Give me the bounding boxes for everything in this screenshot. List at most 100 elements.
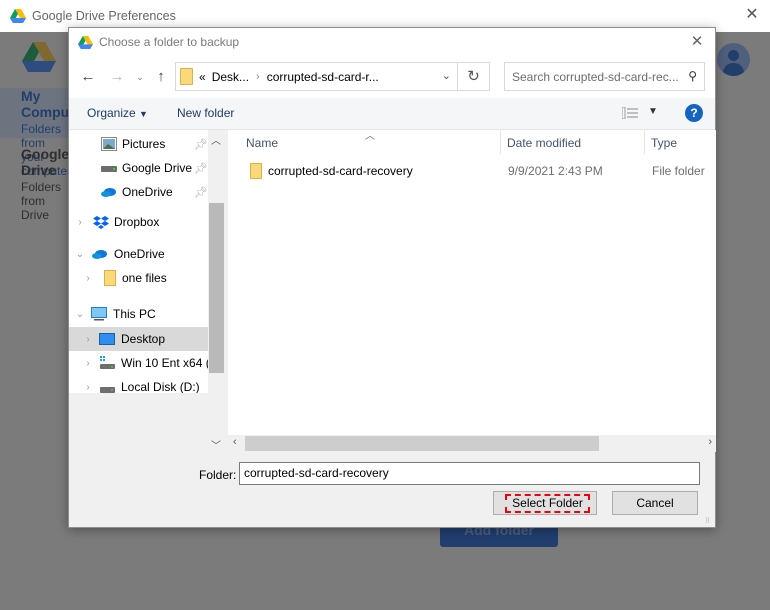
google-drive-large-logo-icon	[22, 42, 56, 72]
drive-icon	[101, 166, 117, 172]
tree-item-dropbox[interactable]: › Dropbox	[69, 210, 208, 234]
search-placeholder: Search corrupted-sd-card-rec...	[512, 69, 679, 84]
pin-icon[interactable]: 📌︎	[194, 186, 208, 199]
pictures-icon	[101, 137, 117, 151]
folder-icon	[250, 163, 262, 179]
view-options-icon[interactable]	[622, 107, 638, 119]
cancel-button[interactable]: Cancel	[612, 491, 698, 515]
tree-item-one-files[interactable]: › one files	[69, 266, 208, 290]
bg-nav-google-drive[interactable]: Google Drive Folders from Drive	[0, 146, 70, 222]
pin-icon[interactable]: 📌︎	[194, 138, 208, 151]
search-input[interactable]: Search corrupted-sd-card-rec... ⚲	[504, 62, 705, 91]
tree-item-this-pc[interactable]: ⌄ This PC	[69, 302, 208, 326]
up-arrow-icon[interactable]: ↑	[151, 67, 171, 87]
folder-icon	[104, 270, 116, 286]
tree-item-onedrive-pinned[interactable]: OneDrive 📌︎	[69, 180, 208, 204]
column-header-type[interactable]: Type	[651, 136, 677, 150]
tree-label: Desktop	[121, 332, 166, 346]
scroll-down-icon[interactable]: ﹀	[211, 437, 221, 452]
breadcrumb-chevron-icon[interactable]: ›	[256, 71, 260, 83]
column-header-date-modified[interactable]: Date modified	[507, 136, 581, 150]
tree-label: Google Drive	[122, 161, 193, 175]
tree-item-onedrive[interactable]: ⌄ OneDrive	[69, 242, 208, 266]
scroll-right-icon[interactable]: ›	[708, 436, 712, 448]
dialog-titlebar: Choose a folder to backup ✕	[69, 28, 715, 56]
new-folder-button[interactable]: New folder	[177, 106, 234, 120]
sort-ascending-icon: ︿	[365, 131, 375, 142]
file-type: File folder	[652, 164, 705, 178]
collapse-chevron-icon[interactable]: ⌄	[74, 309, 86, 320]
pin-icon[interactable]: 📌︎	[194, 162, 208, 175]
tree-item-google-drive[interactable]: Google Drive 📌︎	[69, 156, 208, 180]
expand-chevron-icon[interactable]: ›	[82, 334, 94, 345]
folder-name-input[interactable]: corrupted-sd-card-recovery	[239, 462, 700, 485]
organize-button[interactable]: Organize ▼	[87, 106, 148, 120]
command-toolbar: Organize ▼ New folder ▼ ?	[69, 98, 715, 130]
google-drive-logo-icon	[78, 35, 93, 49]
folder-icon	[180, 68, 193, 85]
file-list: ︿ Name Date modified Type corrupted-sd-c…	[228, 130, 716, 435]
disk-icon	[100, 387, 115, 393]
onedrive-icon	[92, 250, 107, 259]
search-icon[interactable]: ⚲	[688, 69, 697, 83]
back-arrow-icon[interactable]: ←	[78, 67, 98, 87]
tree-label: OneDrive	[114, 247, 165, 261]
breadcrumb-desktop[interactable]: Desk...	[212, 70, 249, 84]
bg-close-icon[interactable]: ✕	[742, 5, 762, 25]
scrollbar-thumb[interactable]	[209, 203, 224, 373]
collapse-chevron-icon[interactable]: ⌄	[74, 249, 86, 260]
google-drive-logo-icon	[10, 9, 26, 23]
bg-window-title: Google Drive Preferences	[32, 9, 176, 23]
avatar-icon[interactable]	[717, 43, 750, 76]
resize-grip-icon[interactable]: ⠿	[705, 517, 713, 525]
windows-drive-icon	[100, 356, 115, 369]
bg-nav-subtitle: Folders from Drive	[21, 180, 62, 222]
bg-nav-title: Google Drive	[21, 146, 70, 178]
tree-label: Dropbox	[114, 215, 160, 229]
navigation-pane-empty-area	[69, 393, 208, 453]
recent-locations-chevron-icon[interactable]: ⌄	[130, 67, 150, 87]
folder-field-label: Folder:	[199, 468, 237, 482]
tree-item-d-drive[interactable]: › Local Disk (D:)	[69, 375, 208, 393]
forward-arrow-icon[interactable]: →	[107, 67, 127, 87]
view-dropdown-icon[interactable]: ▼	[648, 106, 658, 117]
tree-item-desktop[interactable]: › Desktop	[69, 327, 208, 351]
address-dropdown-icon[interactable]: ⌄	[442, 69, 451, 82]
tree-label: Local Disk (D:)	[121, 380, 200, 393]
file-list-horizontal-scrollbar[interactable]: ‹ ›	[228, 435, 716, 452]
tree-label: one files	[122, 271, 167, 285]
column-separator[interactable]	[500, 130, 501, 154]
tree-item-c-drive[interactable]: › Win 10 Ent x64 (C:)	[69, 351, 208, 375]
address-overflow[interactable]: «	[199, 70, 206, 84]
select-folder-button[interactable]: Select Folder	[493, 491, 597, 515]
caret-down-icon: ▼	[139, 109, 148, 119]
tree-item-pictures[interactable]: Pictures 📌︎	[69, 132, 208, 156]
column-separator[interactable]	[644, 130, 645, 154]
expand-chevron-icon[interactable]: ›	[82, 382, 94, 393]
refresh-icon[interactable]: ↻	[457, 62, 490, 91]
navigation-pane-scrollbar[interactable]: ︿ ﹀	[208, 130, 225, 453]
desktop-icon	[99, 333, 115, 345]
scrollbar-thumb[interactable]	[245, 436, 599, 451]
file-date: 9/9/2021 2:43 PM	[508, 164, 603, 178]
scroll-left-icon[interactable]: ‹	[233, 436, 237, 448]
breadcrumb-current[interactable]: corrupted-sd-card-r...	[267, 70, 379, 84]
address-bar[interactable]: « Desk... › corrupted-sd-card-r... ⌄	[175, 62, 458, 91]
file-name: corrupted-sd-card-recovery	[268, 164, 413, 178]
expand-chevron-icon[interactable]: ›	[74, 217, 86, 228]
navigation-pane: Pictures 📌︎ Google Drive 📌︎ OneDrive 📌︎ …	[69, 130, 208, 393]
tree-label: Win 10 Ent x64 (C:)	[121, 356, 208, 370]
file-row[interactable]: corrupted-sd-card-recovery 9/9/2021 2:43…	[244, 160, 714, 182]
column-header-name[interactable]: Name	[246, 136, 278, 150]
tree-label: OneDrive	[122, 185, 173, 199]
pc-icon	[91, 307, 107, 321]
dialog-title: Choose a folder to backup	[99, 35, 240, 49]
help-icon[interactable]: ?	[685, 104, 703, 122]
bg-nav-my-computer[interactable]: My Computer Folders from your computer	[0, 88, 87, 178]
dropbox-icon	[93, 216, 109, 229]
expand-chevron-icon[interactable]: ›	[82, 358, 94, 369]
scroll-up-icon[interactable]: ︿	[211, 132, 221, 147]
dialog-close-icon[interactable]: ✕	[687, 32, 707, 52]
expand-chevron-icon[interactable]: ›	[82, 273, 94, 284]
onedrive-icon	[101, 188, 116, 197]
